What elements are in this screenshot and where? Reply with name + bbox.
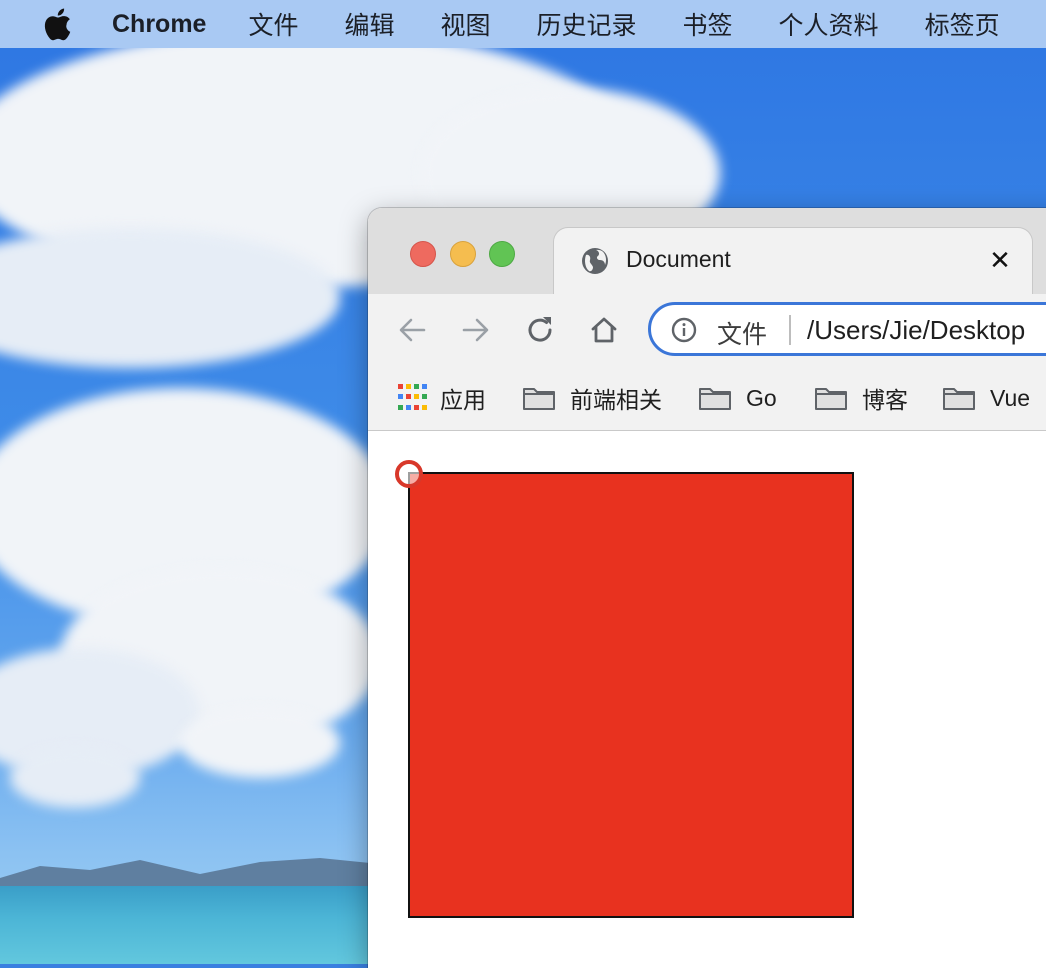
- browser-toolbar: 文件 /Users/Jie/Desktop: [368, 294, 1046, 366]
- menu-profiles[interactable]: 个人资料: [779, 6, 879, 42]
- minimize-window-button[interactable]: [450, 241, 476, 267]
- title-bar: Document ✕: [368, 208, 1046, 298]
- bookmark-apps[interactable]: 应用: [398, 378, 486, 418]
- menu-history[interactable]: 历史记录: [537, 6, 637, 42]
- url-text[interactable]: /Users/Jie/Desktop: [807, 315, 1025, 346]
- menu-edit[interactable]: 编辑: [344, 6, 394, 42]
- bookmark-label: Go: [746, 384, 777, 411]
- bookmark-folder-go[interactable]: Go: [698, 378, 777, 418]
- close-tab-icon[interactable]: ✕: [984, 244, 1016, 276]
- cursor-highlight-ring-icon: [395, 460, 423, 488]
- forward-button[interactable]: [458, 312, 494, 348]
- arrow-left-icon: [399, 318, 426, 342]
- bookmark-folder-vue[interactable]: Vue: [942, 378, 1030, 418]
- bookmark-label: 应用: [440, 387, 486, 413]
- folder-icon: [815, 388, 847, 410]
- apple-logo-icon[interactable]: [42, 7, 72, 41]
- tab-title: Document: [626, 246, 731, 272]
- page-viewport: [368, 431, 1046, 968]
- menu-tabs[interactable]: 标签页: [925, 6, 1000, 42]
- home-icon: [591, 317, 617, 343]
- close-window-button[interactable]: [410, 241, 436, 267]
- tab-document[interactable]: Document ✕: [554, 228, 1032, 298]
- bookmark-label: 前端相关: [570, 387, 662, 413]
- browser-window: Document ✕ 文件 /Users/Jie/Desktop 应用 前端相关…: [368, 208, 1046, 968]
- menu-view[interactable]: 视图: [441, 6, 491, 42]
- menu-app-name[interactable]: Chrome: [112, 10, 206, 39]
- bookmarks-bar: 应用 前端相关 Go 博客 Vue: [368, 366, 1046, 431]
- folder-icon: [699, 388, 731, 410]
- omnibox-divider: [789, 315, 791, 345]
- apps-grid-icon: [398, 384, 427, 412]
- arrow-right-icon: [462, 318, 489, 342]
- zoom-window-button[interactable]: [489, 241, 515, 267]
- folder-icon: [523, 388, 555, 410]
- red-square-box: [408, 472, 854, 918]
- reload-button[interactable]: [522, 312, 558, 348]
- bookmark-label: Vue: [990, 384, 1031, 411]
- reload-icon: [528, 317, 552, 342]
- menu-bookmarks[interactable]: 书签: [683, 6, 733, 42]
- home-button[interactable]: [586, 312, 622, 348]
- menu-file[interactable]: 文件: [248, 6, 298, 42]
- address-bar[interactable]: 文件 /Users/Jie/Desktop: [648, 302, 1046, 356]
- info-icon[interactable]: [671, 317, 697, 343]
- bookmark-folder-frontend[interactable]: 前端相关: [522, 378, 662, 418]
- folder-icon: [943, 388, 975, 410]
- mac-menubar: Chrome 文件 编辑 视图 历史记录 书签 个人资料 标签页: [0, 0, 1046, 48]
- url-scheme-label: 文件: [717, 321, 768, 349]
- globe-icon: [582, 248, 608, 274]
- back-button[interactable]: [394, 312, 430, 348]
- bookmark-folder-blog[interactable]: 博客: [814, 378, 908, 418]
- bookmark-label: 博客: [862, 387, 908, 413]
